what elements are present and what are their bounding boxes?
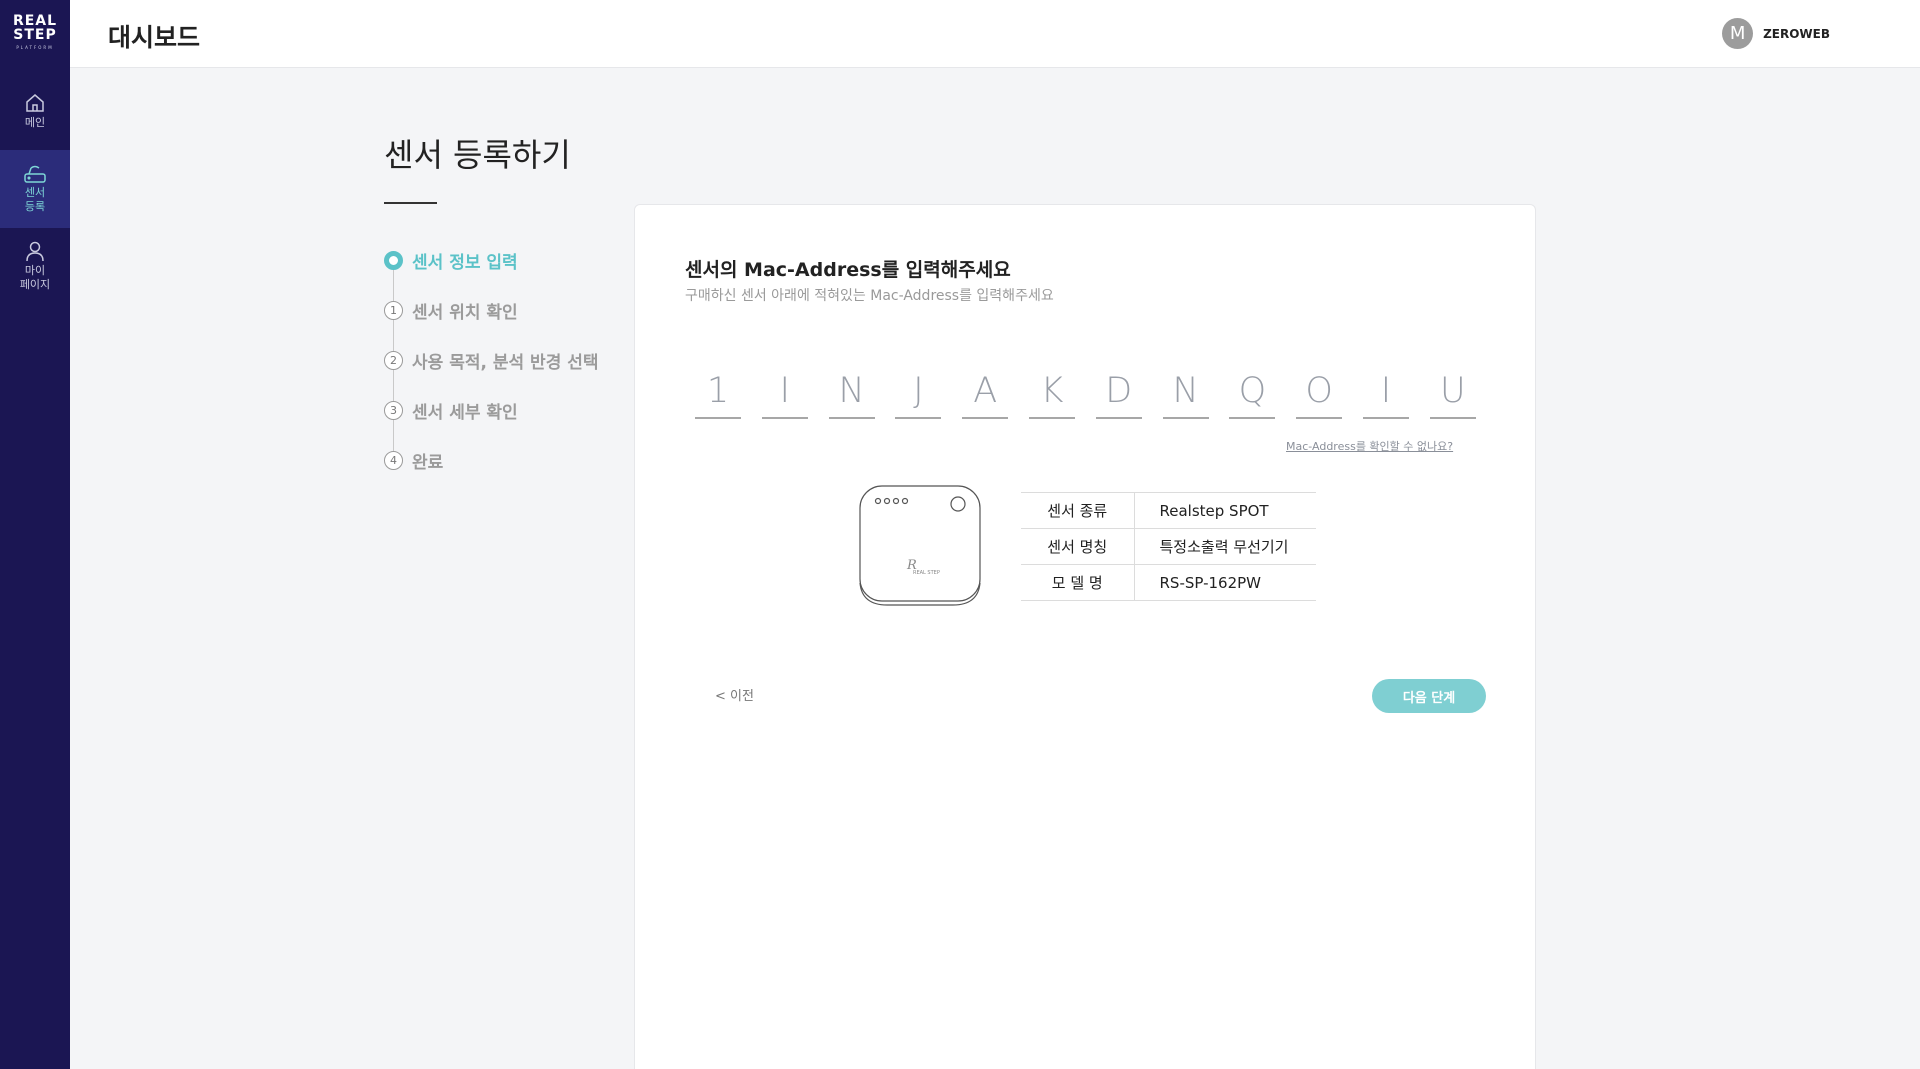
logo-line-1: REAL xyxy=(12,13,58,29)
page-title: 대시보드 xyxy=(108,23,201,52)
section-title: 센서 등록하기 xyxy=(384,136,571,174)
step-label: 센서 세부 확인 xyxy=(412,403,518,423)
info-value: 특정소출력 무선기기 xyxy=(1134,528,1316,565)
step-marker: 3 xyxy=(384,401,403,420)
mac-address-input-group: 1 I N J A K D N Q O I U xyxy=(695,367,1476,419)
info-value: RS-SP-162PW xyxy=(1134,564,1316,601)
table-row: 센서 종류 Realstep SPOT xyxy=(1021,492,1316,529)
sidebar-item-label: 마이 페이지 xyxy=(19,264,51,291)
step-marker: 2 xyxy=(384,351,403,370)
mac-char-input[interactable]: N xyxy=(1162,367,1209,419)
mac-address-card: 센서의 Mac-Address를 입력해주세요 구매하신 센서 아래에 적혀있는… xyxy=(634,204,1536,1069)
top-header: 대시보드 M ZEROWEB xyxy=(70,0,1920,68)
step-marker-active xyxy=(384,251,403,270)
username[interactable]: ZEROWEB xyxy=(1763,27,1830,41)
logo-line-2: STEP xyxy=(13,27,57,43)
mac-char-input[interactable]: I xyxy=(1362,367,1409,419)
sensor-info-table: 센서 종류 Realstep SPOT 센서 명칭 특정소출력 무선기기 모 델… xyxy=(1021,492,1316,601)
sidebar-item-mypage[interactable]: 마이 페이지 xyxy=(0,240,70,302)
router-icon xyxy=(24,165,46,183)
mac-char-input[interactable]: O xyxy=(1296,367,1343,419)
mac-char-input[interactable]: K xyxy=(1028,367,1075,419)
sidebar-item-label: 센서 등록 xyxy=(24,186,46,213)
step-label: 센서 정보 입력 xyxy=(412,253,518,273)
mac-char-input[interactable]: 1 xyxy=(695,367,741,419)
title-divider xyxy=(384,202,437,204)
step-3: 2 사용 목적, 분석 반경 선택 xyxy=(384,348,599,373)
person-icon xyxy=(26,241,44,262)
mac-char-input[interactable]: U xyxy=(1429,367,1476,419)
mac-char-input[interactable]: N xyxy=(828,367,875,419)
step-4: 3 센서 세부 확인 xyxy=(384,398,518,423)
realstep-logo[interactable]: REAL STEP PLATFORM xyxy=(0,14,70,54)
sidebar-item-sensor-register[interactable]: 센서 등록 xyxy=(0,150,70,228)
step-label: 센서 위치 확인 xyxy=(412,303,518,323)
sensor-device-illustration: R REAL STEP xyxy=(859,485,981,606)
mac-help-link[interactable]: Mac-Address를 확인할 수 없나요? xyxy=(1286,438,1453,454)
device-brand-text: REAL STEP xyxy=(913,570,940,576)
form-subtitle: 구매하신 센서 아래에 적혀있는 Mac-Address를 입력해주세요 xyxy=(685,288,1054,304)
mac-char-input[interactable]: A xyxy=(962,367,1009,419)
sidebar-item-main[interactable]: 메인 xyxy=(0,84,70,144)
form-title: 센서의 Mac-Address를 입력해주세요 xyxy=(685,259,1011,281)
avatar[interactable]: M xyxy=(1722,18,1754,49)
info-key: 모 델 명 xyxy=(1021,564,1135,601)
mac-char-input[interactable]: I xyxy=(761,367,808,419)
step-5: 4 완료 xyxy=(384,448,443,473)
sidebar-item-label: 메인 xyxy=(24,116,46,129)
prev-button[interactable]: < 이전 xyxy=(715,685,754,704)
mac-char-input[interactable]: D xyxy=(1095,367,1142,419)
step-label: 완료 xyxy=(412,453,444,473)
home-icon xyxy=(26,94,44,112)
next-step-button[interactable]: 다음 단계 xyxy=(1372,679,1486,713)
user-menu[interactable]: M ZEROWEB xyxy=(1722,18,1830,49)
table-row: 센서 명칭 특정소출력 무선기기 xyxy=(1021,528,1316,565)
step-marker: 1 xyxy=(384,301,403,320)
step-label: 사용 목적, 분석 반경 선택 xyxy=(412,353,599,373)
sidebar: REAL STEP PLATFORM 메인 센서 등록 마이 페이지 xyxy=(0,0,70,1069)
info-key: 센서 명칭 xyxy=(1021,528,1135,565)
step-1: 센서 정보 입력 xyxy=(384,248,518,273)
mac-char-input[interactable]: J xyxy=(895,367,942,419)
info-value: Realstep SPOT xyxy=(1134,492,1316,529)
mac-char-input[interactable]: Q xyxy=(1229,367,1276,419)
logo-line-3: PLATFORM xyxy=(16,45,54,50)
step-marker: 4 xyxy=(384,451,403,470)
step-2: 1 센서 위치 확인 xyxy=(384,298,518,323)
table-row: 모 델 명 RS-SP-162PW xyxy=(1021,564,1316,601)
info-key: 센서 종류 xyxy=(1021,492,1135,529)
